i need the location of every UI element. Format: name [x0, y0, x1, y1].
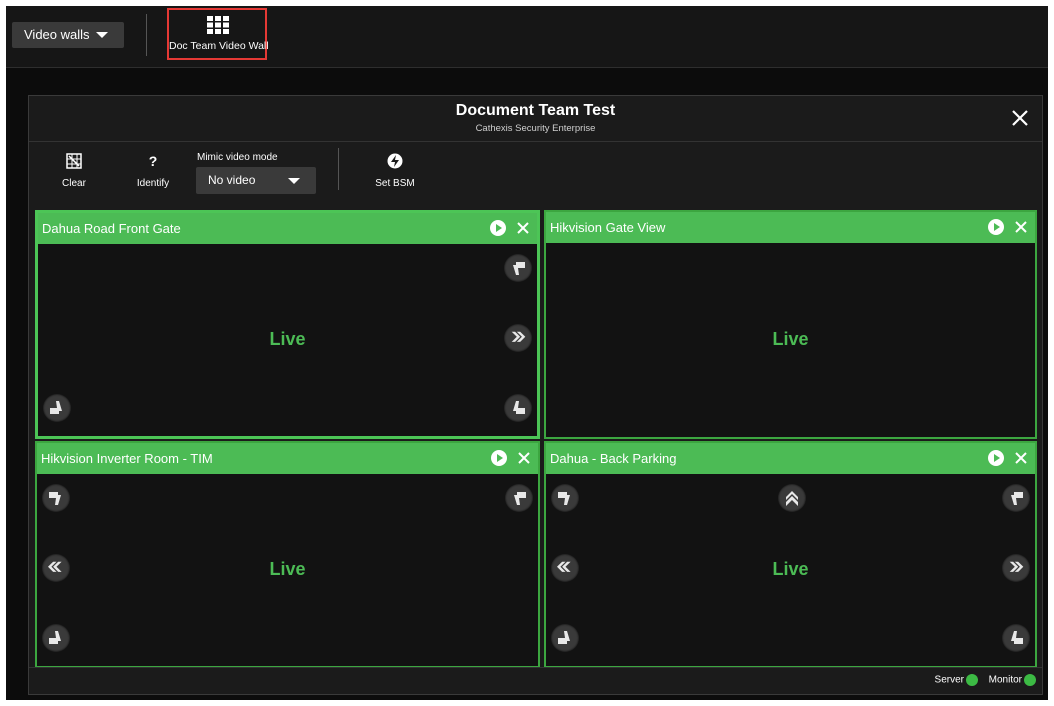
- video-wall-label: Doc Team Video Wall: [169, 40, 269, 52]
- clear-label: Clear: [62, 178, 86, 189]
- tile-header: Hikvision Inverter Room - TIM: [37, 443, 538, 474]
- close-icon[interactable]: [515, 220, 531, 236]
- app-window: Video walls Doc Team Video Wall Document…: [6, 6, 1048, 700]
- ptz-up-left-icon[interactable]: [42, 484, 70, 512]
- ptz-up-left-icon[interactable]: [551, 484, 579, 512]
- monitor-status: Monitor: [989, 674, 1036, 686]
- ptz-left-icon[interactable]: [42, 554, 70, 582]
- video-tile[interactable]: Dahua - Back Parking Live: [544, 441, 1037, 668]
- identify-label: Identify: [136, 178, 170, 189]
- ptz-up-right-icon[interactable]: [505, 484, 533, 512]
- server-label: Server: [934, 674, 964, 686]
- clear-button[interactable]: Clear: [57, 152, 91, 189]
- close-icon[interactable]: [516, 450, 532, 466]
- live-status: Live: [772, 329, 809, 349]
- video-wall-dialog: Document Team Test Cathexis Security Ent…: [28, 95, 1043, 695]
- tile-header: Dahua - Back Parking: [546, 443, 1035, 474]
- monitor-label: Monitor: [988, 674, 1022, 686]
- toolbar: Clear ? Identify Mimic video mode No vid…: [29, 142, 1042, 202]
- question-icon: ?: [148, 153, 158, 169]
- dialog-header: Document Team Test Cathexis Security Ent…: [29, 96, 1042, 142]
- tile-header: Hikvision Gate View: [546, 212, 1035, 243]
- video-area[interactable]: Live: [38, 244, 537, 436]
- ptz-down-right-icon[interactable]: [504, 394, 532, 422]
- video-area[interactable]: Live: [546, 243, 1035, 437]
- video-wall-tile[interactable]: Doc Team Video Wall: [167, 8, 269, 60]
- ptz-right-icon[interactable]: [1002, 554, 1030, 582]
- close-icon[interactable]: [1013, 450, 1029, 466]
- set-bsm-button[interactable]: Set BSM: [369, 152, 421, 189]
- mimic-mode-select[interactable]: No video: [196, 167, 316, 194]
- video-walls-label: Video walls: [24, 27, 90, 42]
- set-bsm-label: Set BSM: [375, 178, 415, 189]
- play-icon[interactable]: [490, 220, 506, 236]
- ptz-up-right-icon[interactable]: [1002, 484, 1030, 512]
- tile-header: Dahua Road Front Gate: [38, 213, 537, 244]
- play-icon[interactable]: [988, 219, 1004, 235]
- ptz-left-icon[interactable]: [551, 554, 579, 582]
- identify-button[interactable]: ? Identify: [129, 152, 177, 189]
- divider: [338, 148, 339, 190]
- ptz-down-left-icon[interactable]: [43, 394, 71, 422]
- live-status: Live: [269, 559, 306, 579]
- video-tile[interactable]: Hikvision Gate View Live: [544, 210, 1037, 439]
- camera-name: Dahua Road Front Gate: [42, 221, 181, 236]
- play-icon[interactable]: [988, 450, 1004, 466]
- video-area[interactable]: Live: [37, 474, 538, 666]
- top-bar: Video walls Doc Team Video Wall: [6, 6, 1048, 68]
- ptz-down-left-icon[interactable]: [551, 624, 579, 652]
- camera-name: Hikvision Gate View: [550, 220, 666, 235]
- play-icon[interactable]: [491, 450, 507, 466]
- ptz-right-icon[interactable]: [504, 324, 532, 352]
- ptz-up-right-icon[interactable]: [504, 254, 532, 282]
- video-area[interactable]: Live: [546, 474, 1035, 666]
- monitor-status-dot: [1024, 674, 1036, 686]
- close-icon[interactable]: [1013, 219, 1029, 235]
- mimic-mode-label: Mimic video mode: [197, 152, 278, 163]
- status-bar: Server Monitor: [29, 667, 1042, 694]
- video-tile[interactable]: Dahua Road Front Gate Live: [35, 210, 540, 439]
- close-icon[interactable]: [1010, 108, 1030, 128]
- chevron-down-icon: [96, 32, 108, 38]
- ptz-up-icon[interactable]: [778, 484, 806, 512]
- server-status-dot: [966, 674, 978, 686]
- mimic-mode-value: No video: [208, 173, 256, 187]
- grid-icon: [207, 16, 229, 34]
- dialog-subtitle: Cathexis Security Enterprise: [475, 123, 596, 134]
- server-status: Server: [935, 674, 978, 686]
- ptz-down-left-icon[interactable]: [42, 624, 70, 652]
- video-tile[interactable]: Hikvision Inverter Room - TIM Live: [35, 441, 540, 668]
- live-status: Live: [269, 329, 306, 349]
- camera-name: Hikvision Inverter Room - TIM: [41, 451, 213, 466]
- divider: [146, 14, 147, 56]
- dialog-title: Document Team Test: [455, 102, 616, 119]
- clear-grid-icon: [66, 153, 82, 169]
- video-walls-dropdown[interactable]: Video walls: [12, 22, 124, 48]
- ptz-down-right-icon[interactable]: [1002, 624, 1030, 652]
- chevron-down-icon: [288, 178, 300, 184]
- bolt-icon: [387, 153, 403, 169]
- camera-name: Dahua - Back Parking: [550, 451, 677, 466]
- live-status: Live: [772, 559, 809, 579]
